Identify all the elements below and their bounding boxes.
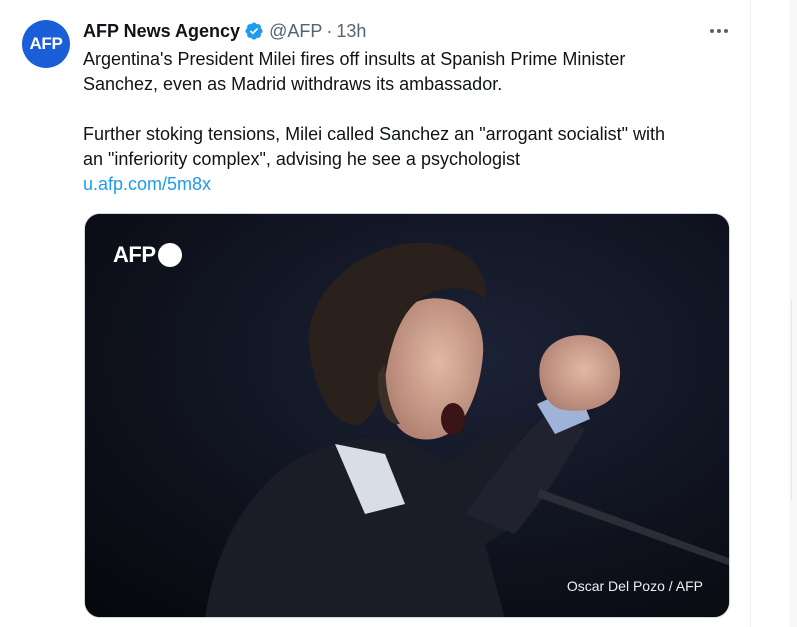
author-handle[interactable]: @AFP [269,21,322,42]
afp-watermark: AFP [113,242,182,268]
tweet-text-line: Argentina's President Milei fires off in… [83,49,626,69]
afp-watermark-text: AFP [113,242,156,267]
author-name[interactable]: AFP News Agency [83,21,240,42]
tweet-text-line: Further stoking tensions, Milei called S… [83,124,666,144]
avatar[interactable]: AFP [22,20,70,68]
press-photo [85,214,729,617]
header-separator: · [326,20,333,41]
avatar-logo-text: AFP [29,34,63,53]
more-horizontal-icon[interactable] [705,20,733,42]
sidebar-edge [751,0,797,627]
verified-badge-icon[interactable] [244,21,264,41]
afp-watermark-circle [157,243,182,267]
sidebar-edge-line [791,300,792,500]
tweet-header: AFP News Agency @AFP · 13h [83,18,366,44]
photo-credit: Oscar Del Pozo / AFP [566,578,703,594]
tweet-text-line: an "inferiority complex", advising he se… [83,149,521,169]
tweet-media-photo[interactable]: AFP Oscar Del Pozo / AFP [84,213,730,618]
tweet-timestamp[interactable]: 13h [336,21,366,42]
timeline-page: AFP AFP News Agency @AFP · 13h Argentina… [0,0,797,627]
tweet-card[interactable]: AFP AFP News Agency @AFP · 13h Argentina… [0,0,750,627]
tweet-text-line: Sanchez, even as Madrid withdraws its am… [83,74,503,94]
tweet-link[interactable]: u.afp.com/5m8x [83,172,211,197]
